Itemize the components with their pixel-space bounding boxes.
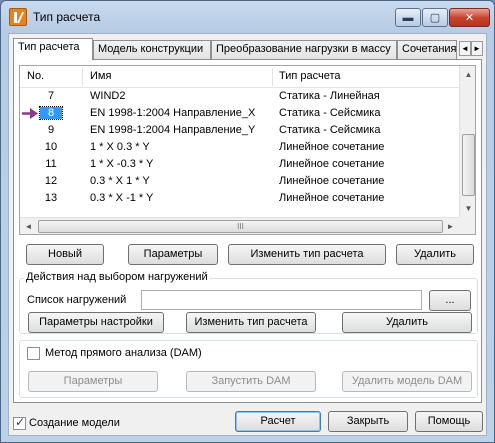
dam-group: Метод прямого анализа (DAM) Параметры За… — [19, 340, 478, 398]
table-row[interactable]: 12 0.3 * X 1 * Y Линейное сочетание — [20, 173, 459, 190]
table-row[interactable]: 7 WIND2 Статика - Линейная — [20, 88, 459, 105]
table-row-selected[interactable]: 8 EN 1998-1:2004 Направление_X Статика -… — [20, 105, 459, 122]
header-num[interactable]: No. — [27, 70, 44, 82]
tab-panel: No. Имя Тип расчета 7 WIND2 Статика - Ли… — [13, 59, 482, 403]
header-name[interactable]: Имя — [90, 70, 111, 82]
new-button[interactable]: Новый — [26, 244, 104, 265]
minimize-button[interactable]: ▬ — [395, 8, 421, 27]
dialog-window: Тип расчета ▬ ▢ ✕ Тип расчета Модель кон… — [0, 0, 495, 443]
row-type: Статика - Линейная — [279, 90, 380, 102]
horizontal-scroll-thumb[interactable]: III — [38, 220, 443, 233]
tab-structure-model[interactable]: Модель конструкции — [93, 40, 211, 59]
row-num: 13 — [44, 192, 58, 204]
analysis-list[interactable]: No. Имя Тип расчета 7 WIND2 Статика - Ли… — [19, 65, 476, 235]
row-type: Статика - Сейсмика — [279, 107, 381, 119]
group-delete-button[interactable]: Удалить — [342, 312, 472, 333]
change-type-button[interactable]: Изменить тип расчета — [228, 244, 386, 265]
header-divider — [82, 68, 83, 86]
row-type: Линейное сочетание — [279, 175, 385, 187]
row-type: Линейное сочетание — [279, 192, 385, 204]
loads-list-input[interactable] — [141, 290, 422, 310]
row-num: 8 — [39, 106, 63, 120]
header-divider — [272, 68, 273, 86]
row-type: Статика - Сейсмика — [279, 124, 381, 136]
row-num: 11 — [45, 158, 57, 170]
app-logo-icon — [9, 8, 27, 26]
row-name: 0.3 * X 1 * Y — [90, 175, 150, 187]
scroll-right-icon[interactable]: ► — [442, 218, 459, 234]
list-header: No. Имя Тип расчета — [20, 66, 459, 88]
dam-checkbox-label[interactable]: Метод прямого анализа (DAM) — [45, 347, 202, 359]
create-model-checkbox[interactable] — [13, 415, 26, 430]
current-row-arrow-icon — [22, 108, 38, 119]
run-dam-button[interactable]: Запустить DAM — [186, 371, 316, 392]
tab-load-to-mass[interactable]: Преобразование нагрузки в массу — [211, 40, 397, 59]
row-name: 1 * X 0.3 * Y — [90, 141, 150, 153]
selection-actions-group: Действия над выбором нагружений Список н… — [19, 271, 478, 334]
delete-dam-model-button[interactable]: Удалить модель DAM — [342, 371, 472, 392]
tab-combinations[interactable]: Сочетания — [397, 40, 457, 59]
selection-group-title: Действия над выбором нагружений — [24, 271, 210, 283]
dam-params-button[interactable]: Параметры — [28, 371, 158, 392]
delete-button[interactable]: Удалить — [396, 244, 474, 265]
table-row[interactable]: 13 0.3 * X -1 * Y Линейное сочетание — [20, 190, 459, 207]
table-row[interactable]: 10 1 * X 0.3 * Y Линейное сочетание — [20, 139, 459, 156]
tab-scroll-left-button[interactable]: ◄ — [459, 41, 471, 56]
header-type[interactable]: Тип расчета — [279, 70, 341, 82]
tab-analysis-type[interactable]: Тип расчета — [13, 38, 93, 60]
tab-scroll-right-button[interactable]: ► — [471, 41, 483, 56]
scroll-corner — [459, 217, 475, 234]
settings-params-button[interactable]: Параметры настройки — [28, 312, 164, 333]
table-row[interactable]: 11 1 * X -0.3 * Y Линейное сочетание — [20, 156, 459, 173]
row-name: WIND2 — [90, 90, 126, 102]
row-type: Линейное сочетание — [279, 141, 385, 153]
calculate-button[interactable]: Расчет — [235, 411, 321, 432]
close-window-button[interactable]: ✕ — [449, 8, 490, 27]
vertical-scrollbar[interactable]: ▲ ▼ — [459, 66, 475, 217]
loads-list-label: Список нагружений — [27, 294, 127, 306]
row-num: 9 — [47, 124, 55, 136]
close-button[interactable]: Закрыть — [328, 411, 408, 432]
row-name: EN 1998-1:2004 Направление_Y — [90, 124, 256, 136]
row-name: 0.3 * X -1 * Y — [90, 192, 154, 204]
scroll-up-icon[interactable]: ▲ — [460, 66, 475, 83]
help-button[interactable]: Помощь — [415, 411, 483, 432]
row-num: 10 — [44, 141, 58, 153]
vertical-scroll-thumb[interactable] — [462, 134, 475, 196]
maximize-button[interactable]: ▢ — [422, 8, 448, 27]
tab-strip: Тип расчета Модель конструкции Преобразо… — [13, 38, 483, 60]
browse-loads-button[interactable]: ... — [429, 290, 471, 311]
dialog-client-area: Тип расчета Модель конструкции Преобразо… — [8, 33, 487, 436]
row-name: EN 1998-1:2004 Направление_X — [90, 107, 256, 119]
row-num: 12 — [44, 175, 58, 187]
title-bar[interactable]: Тип расчета ▬ ▢ ✕ — [1, 1, 494, 35]
params-button[interactable]: Параметры — [128, 244, 218, 265]
row-type: Линейное сочетание — [279, 158, 385, 170]
scroll-down-icon[interactable]: ▼ — [460, 200, 475, 217]
row-name: 1 * X -0.3 * Y — [90, 158, 154, 170]
window-title: Тип расчета — [33, 10, 101, 24]
table-row[interactable]: 9 EN 1998-1:2004 Направление_Y Статика -… — [20, 122, 459, 139]
scroll-left-icon[interactable]: ◄ — [20, 218, 37, 234]
group-change-type-button[interactable]: Изменить тип расчета — [186, 312, 316, 333]
dam-checkbox[interactable] — [27, 347, 40, 360]
row-num: 7 — [47, 90, 55, 102]
create-model-label[interactable]: Создание модели — [29, 417, 120, 429]
horizontal-scrollbar[interactable]: ◄ III ► — [20, 217, 459, 234]
